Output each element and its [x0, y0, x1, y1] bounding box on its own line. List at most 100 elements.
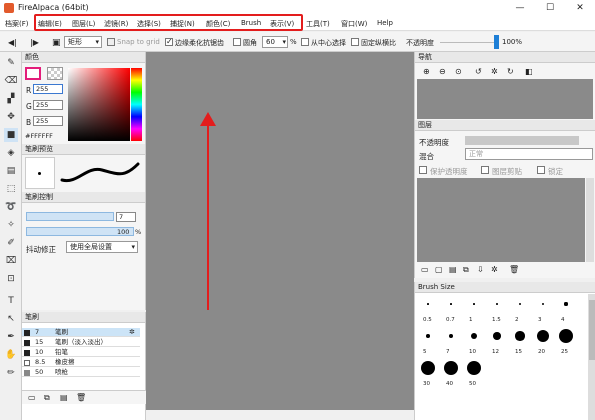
- blend-select[interactable]: 正常: [465, 148, 593, 160]
- select-pen-icon[interactable]: ✐: [4, 236, 18, 250]
- select-eraser-icon[interactable]: ⌧: [4, 254, 18, 268]
- hand-tool-icon[interactable]: ✋: [4, 348, 18, 362]
- clipping-checkbox[interactable]: [481, 166, 489, 174]
- shape-select[interactable]: 矩形 ▾: [64, 36, 102, 48]
- brush-size-dot[interactable]: [427, 303, 429, 305]
- snap-grid-checkbox[interactable]: [107, 38, 115, 46]
- pen-tool-icon[interactable]: ✏: [4, 366, 18, 380]
- new-8bit-layer-icon[interactable]: ▢: [435, 265, 443, 274]
- menu-help[interactable]: Help: [377, 19, 393, 27]
- saturation-value-picker[interactable]: [68, 68, 130, 141]
- zoom-in-icon[interactable]: ⊕: [423, 67, 430, 76]
- nav-back-icon[interactable]: ◀|: [8, 38, 17, 47]
- select-tool-icon[interactable]: ⬚: [4, 182, 18, 196]
- b-input[interactable]: 255: [33, 116, 63, 126]
- dot-tool-icon[interactable]: ▞: [4, 92, 18, 106]
- duplicate-layer-icon[interactable]: ⧉: [463, 265, 469, 275]
- folder-icon[interactable]: ▤: [60, 393, 68, 402]
- brush-size-input[interactable]: 7: [116, 212, 136, 222]
- new-folder-icon[interactable]: ▤: [449, 265, 457, 274]
- fixed-ratio-checkbox[interactable]: [351, 38, 359, 46]
- brush-size-dot[interactable]: [493, 332, 501, 340]
- layer-list-scrollbar[interactable]: [586, 178, 594, 262]
- foreground-color-swatch[interactable]: [25, 67, 41, 80]
- duplicate-brush-icon[interactable]: ⧉: [44, 393, 50, 403]
- transparent-color-swatch[interactable]: [47, 67, 63, 80]
- stabilizer-select[interactable]: 使用全局设置 ▾: [66, 241, 138, 253]
- r-input[interactable]: 255: [33, 84, 63, 94]
- text-tool-icon[interactable]: T: [4, 294, 18, 308]
- g-input[interactable]: 255: [33, 100, 63, 110]
- gear-icon[interactable]: ✲: [129, 328, 135, 337]
- brush-size-dot[interactable]: [421, 361, 435, 375]
- brush-size-slider[interactable]: [26, 212, 114, 221]
- operation-tool-icon[interactable]: ↖: [4, 312, 18, 326]
- menu-file[interactable]: 档案(F): [5, 19, 29, 29]
- gradient-tool-icon[interactable]: ▤: [4, 164, 18, 178]
- brush-row[interactable]: 10 铅笔: [22, 348, 140, 357]
- nav-forward-icon[interactable]: |▶: [30, 38, 39, 47]
- new-brush-icon[interactable]: ▭: [28, 393, 36, 402]
- brush-size-dot[interactable]: [444, 361, 458, 375]
- menu-window[interactable]: 窗口(W): [341, 19, 367, 29]
- brush-size-dot[interactable]: [564, 302, 568, 306]
- brush-row-selected[interactable]: 7 笔刷 ✲: [22, 328, 140, 337]
- new-layer-icon[interactable]: ▭: [421, 265, 429, 274]
- minimize-button[interactable]: —: [505, 0, 535, 16]
- rectangle-tool-icon[interactable]: ■: [4, 128, 18, 142]
- eraser-tool-icon[interactable]: ⌫: [4, 74, 18, 88]
- radius-select[interactable]: 60 ▾: [262, 36, 288, 48]
- move-tool-icon[interactable]: ✥: [4, 110, 18, 124]
- fill-tool-icon[interactable]: ◈: [4, 146, 18, 160]
- brush-size-dot[interactable]: [448, 333, 454, 339]
- brush-size-scroll-thumb[interactable]: [589, 300, 595, 360]
- opacity-slider-thumb[interactable]: [494, 35, 499, 49]
- brush-size-dot[interactable]: [467, 361, 481, 375]
- divide-tool-icon[interactable]: ⊡: [4, 272, 18, 286]
- brush-size-dot[interactable]: [541, 302, 545, 306]
- brush-size-dot[interactable]: [537, 330, 549, 342]
- from-center-checkbox[interactable]: [301, 38, 309, 46]
- brush-size-dot[interactable]: [559, 329, 573, 343]
- antialias-checkbox[interactable]: ✓: [165, 37, 173, 46]
- brush-size-scrollbar[interactable]: [588, 294, 595, 420]
- menu-tools[interactable]: 工具(T): [306, 19, 330, 29]
- brush-size-dot[interactable]: [496, 303, 498, 305]
- brush-size-dot[interactable]: [515, 331, 525, 341]
- zoom-out-icon[interactable]: ⊖: [439, 67, 446, 76]
- delete-layer-icon[interactable]: 🗑: [509, 265, 519, 274]
- close-button[interactable]: ✕: [565, 0, 595, 16]
- magic-wand-icon[interactable]: ✧: [4, 218, 18, 232]
- opacity-slider-track[interactable]: [440, 42, 496, 43]
- brush-row[interactable]: 15 笔刷（淡入淡出）: [22, 338, 140, 347]
- trash-icon[interactable]: 🗑: [76, 393, 86, 402]
- merge-layer-icon[interactable]: ⇩: [477, 265, 484, 274]
- chevron-down-icon: ▾: [95, 38, 99, 46]
- canvas-area[interactable]: [146, 52, 414, 410]
- lasso-tool-icon[interactable]: ➰: [4, 200, 18, 214]
- maximize-button[interactable]: ☐: [535, 0, 565, 16]
- brush-size-dot[interactable]: [426, 334, 430, 338]
- lock-checkbox[interactable]: [537, 166, 545, 174]
- rotate-right-icon[interactable]: ↻: [507, 67, 514, 76]
- round-corner-checkbox[interactable]: [233, 38, 241, 46]
- rotate-reset-icon[interactable]: ✲: [491, 67, 498, 76]
- brush-size-label: 40: [446, 381, 453, 387]
- brush-tool-icon[interactable]: ✎: [4, 56, 18, 70]
- brush-size-dot[interactable]: [450, 303, 452, 305]
- flip-icon[interactable]: ◧: [525, 67, 533, 76]
- brush-size-dot[interactable]: [470, 332, 478, 340]
- brush-size-dot[interactable]: [473, 303, 475, 305]
- layer-list[interactable]: [417, 178, 585, 262]
- eyedropper-icon[interactable]: ✒: [4, 330, 18, 344]
- brush-size-dot[interactable]: [518, 302, 522, 306]
- navigator-preview[interactable]: [417, 79, 593, 119]
- rotate-left-icon[interactable]: ↺: [475, 67, 482, 76]
- protect-alpha-checkbox[interactable]: [419, 166, 427, 174]
- layer-opacity-slider[interactable]: [465, 136, 579, 145]
- zoom-fit-icon[interactable]: ⊙: [455, 67, 462, 76]
- hue-slider[interactable]: [131, 68, 142, 141]
- brush-row[interactable]: 50 喷枪: [22, 368, 140, 377]
- brush-row[interactable]: 8.5 橡皮擦: [22, 358, 140, 367]
- layer-settings-icon[interactable]: ✲: [491, 265, 498, 274]
